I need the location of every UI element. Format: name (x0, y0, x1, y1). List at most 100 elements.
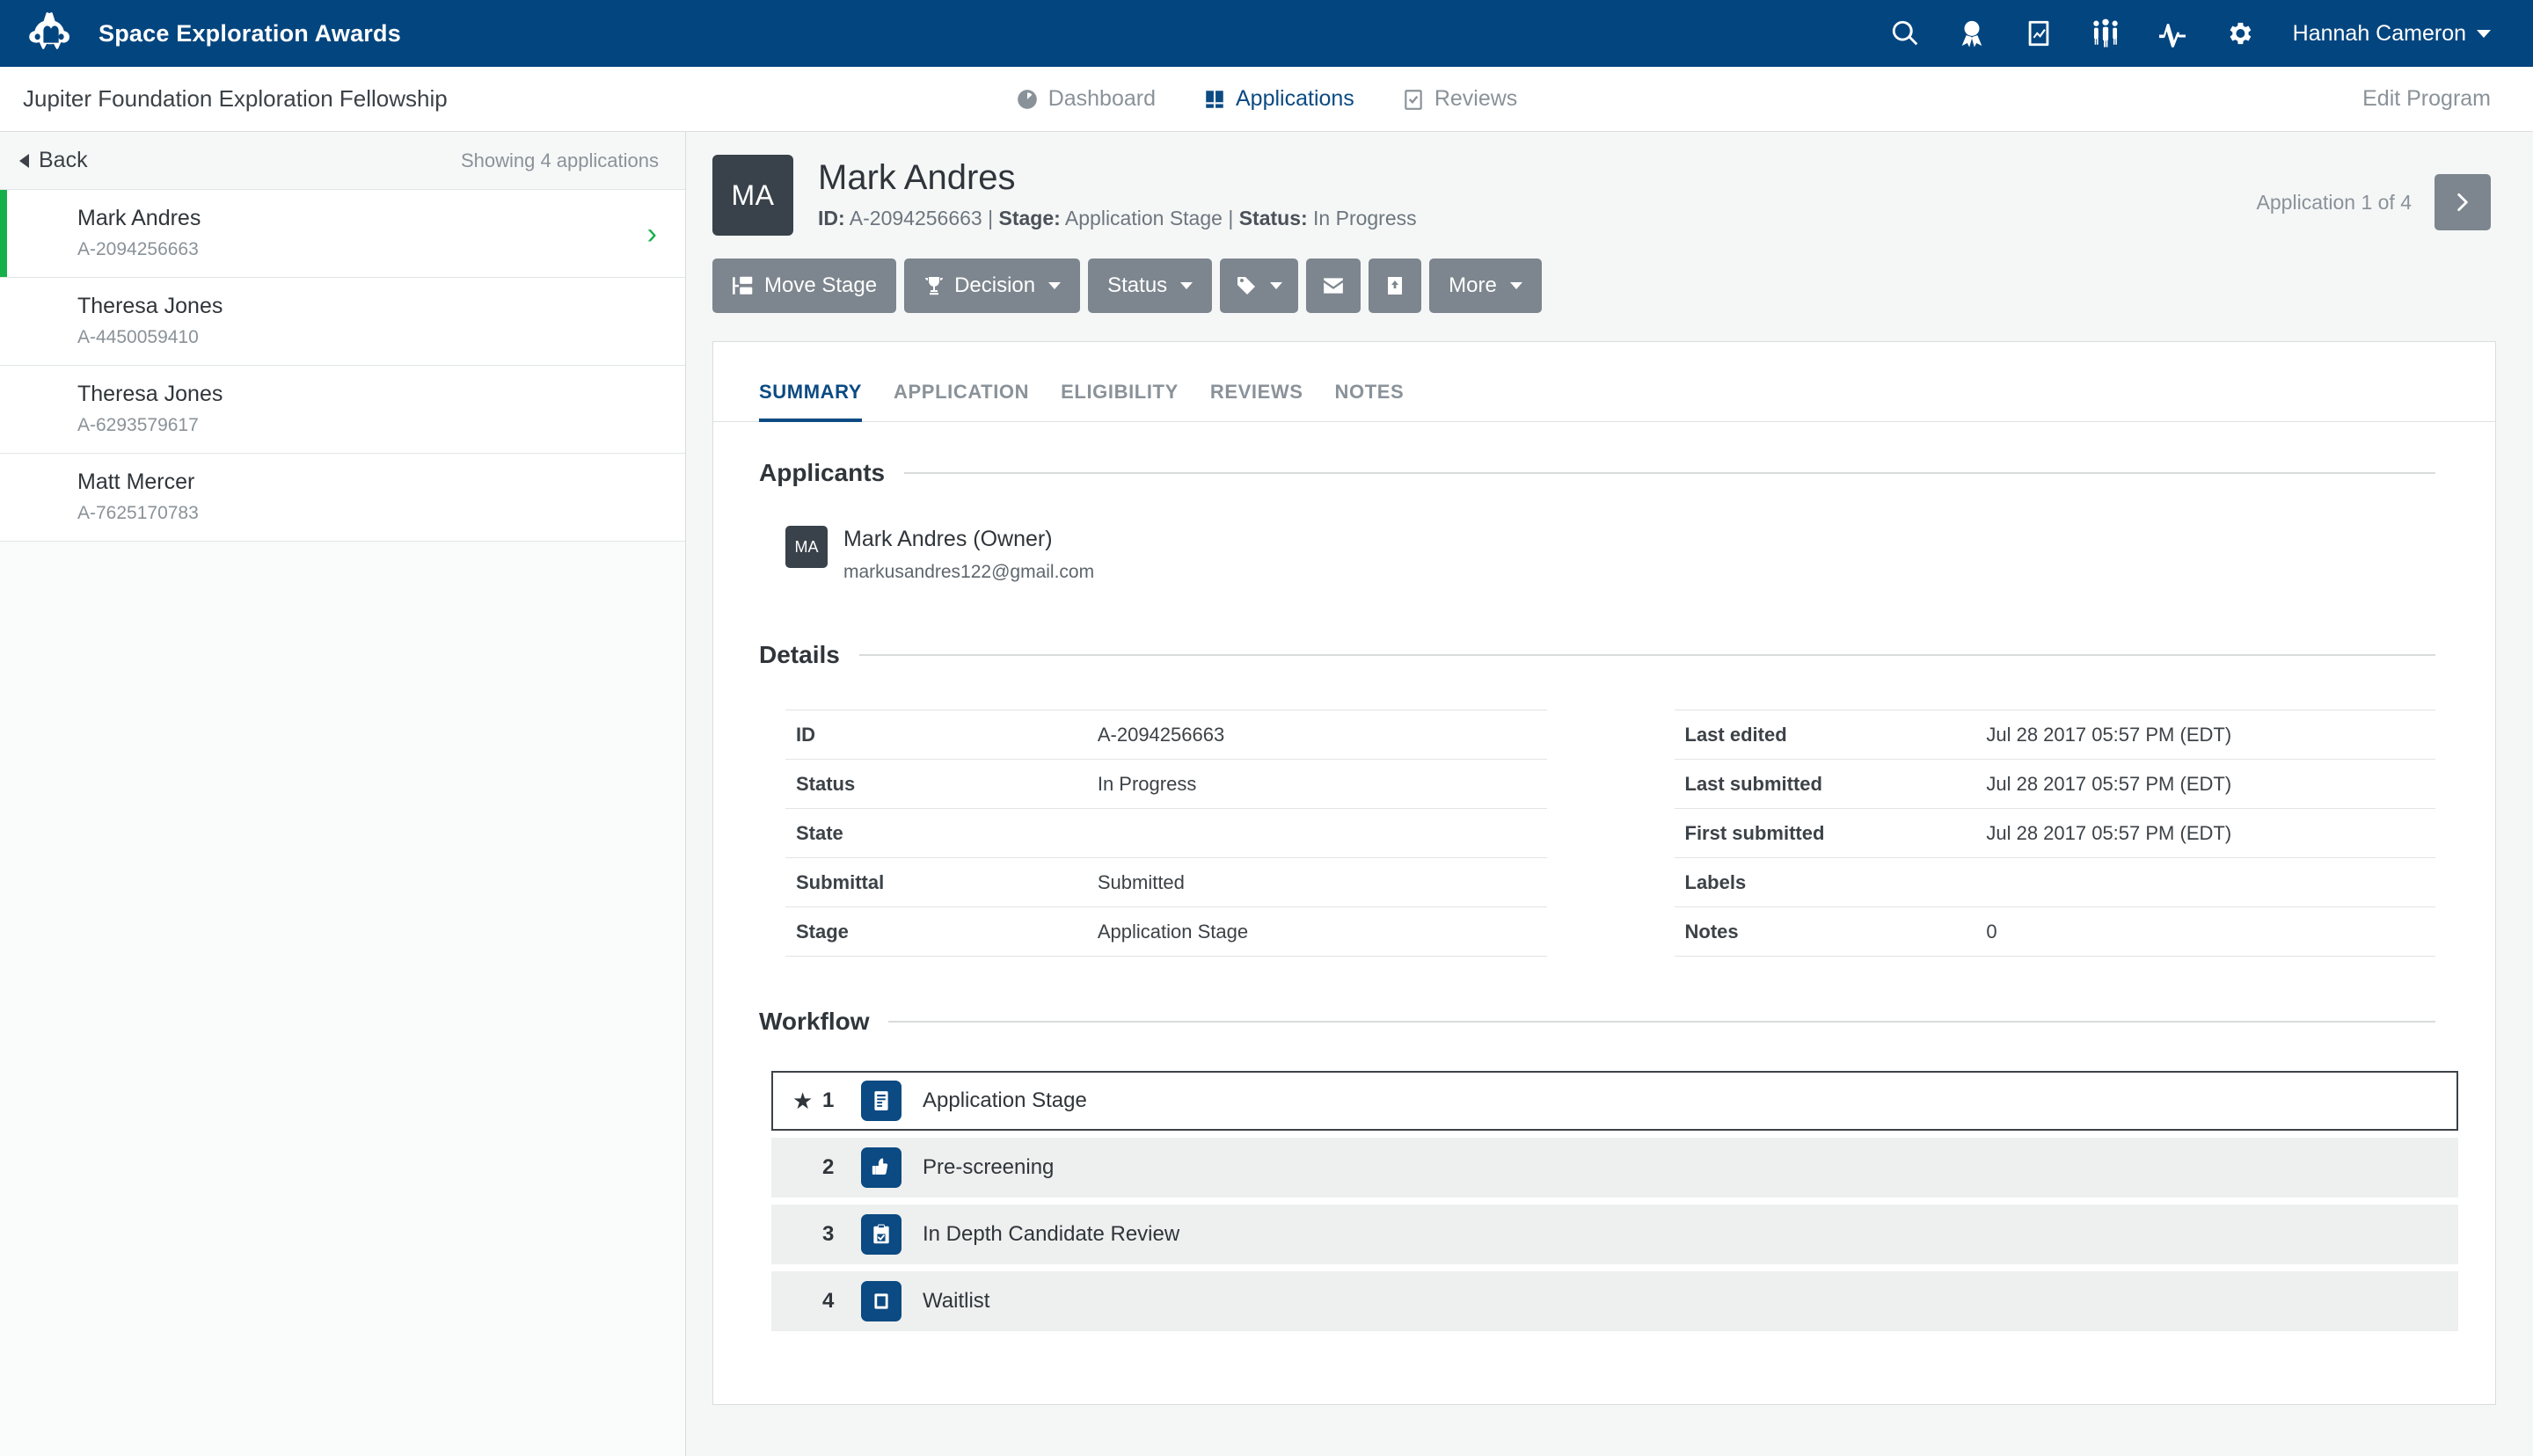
waitlist-icon (861, 1281, 902, 1322)
detail-value (1986, 857, 2435, 907)
detail-key: First submitted (1674, 808, 1987, 858)
workflow-stage-row[interactable]: 2 Pre-screening (771, 1138, 2458, 1198)
action-toolbar: Move Stage Decision Status More (686, 236, 2533, 313)
book-icon (1203, 88, 1226, 111)
application-list: Mark Andres A-2094256663 › Theresa Jones… (0, 190, 685, 1456)
applicant-name: Mark Andres (Owner) (843, 527, 1053, 551)
detail-key: Stage (785, 906, 1098, 957)
chevron-left-icon (19, 153, 29, 168)
avatar: MA (785, 526, 828, 568)
table-row: Notes 0 (1674, 906, 2435, 957)
email-button[interactable] (1306, 258, 1361, 313)
list-item-id: A-4450059410 (77, 326, 199, 347)
list-item[interactable]: Matt Mercer A-7625170783 (0, 454, 685, 542)
avatar: MA (712, 155, 793, 236)
workflow-stage-number: 3 (822, 1222, 835, 1247)
application-header-text: Mark Andres ID: A-2094256663 | Stage: Ap… (818, 155, 1417, 230)
detail-key: State (785, 808, 1098, 858)
download-icon (1384, 275, 1405, 296)
decision-button[interactable]: Decision (904, 258, 1081, 313)
detail-key: Last edited (1674, 710, 1987, 760)
download-button[interactable] (1369, 258, 1422, 313)
applicant-email[interactable]: markusandres122@gmail.com (843, 562, 1094, 583)
subnav-item-reviews[interactable]: Reviews (1402, 86, 1517, 112)
subnav-item-applications[interactable]: Applications (1203, 86, 1354, 112)
subnav-item-dashboard[interactable]: Dashboard (1016, 86, 1156, 112)
chevron-down-icon (1270, 282, 1283, 289)
gear-icon[interactable] (2221, 15, 2258, 52)
applicants-title: Applicants (759, 459, 886, 486)
tab-application[interactable]: APPLICATION (894, 381, 1029, 422)
list-item[interactable]: Theresa Jones A-4450059410 (0, 278, 685, 366)
tab-reviews[interactable]: REVIEWS (1210, 381, 1303, 422)
app-logo-icon (25, 11, 79, 55)
tag-button[interactable] (1220, 258, 1299, 313)
activity-icon[interactable] (2154, 15, 2191, 52)
report-icon[interactable] (2020, 15, 2057, 52)
details-title: Details (759, 641, 840, 669)
table-row: Last edited Jul 28 2017 05:57 PM (EDT) (1674, 710, 2435, 760)
table-row: Status In Progress (785, 759, 1547, 809)
next-application-button[interactable] (2434, 174, 2491, 230)
workflow-stage-label: Pre-screening (923, 1155, 1055, 1180)
workflow-stage-row[interactable]: 4 Waitlist (771, 1271, 2458, 1332)
list-item-name: Mark Andres (77, 205, 201, 230)
meta-sep-2: | (1228, 207, 1234, 229)
status-button[interactable]: Status (1088, 258, 1213, 313)
top-navigation-bar: Space Exploration Awards Hannah Cameron (0, 0, 2533, 67)
table-row: Stage Application Stage (785, 906, 1547, 957)
applicant-entry: MA Mark Andres (Owner) markusandres122@g… (713, 487, 2495, 583)
back-button[interactable]: Back (19, 148, 88, 173)
list-item-id: A-6293579617 (77, 414, 199, 435)
topnav-icon-group (1887, 15, 2258, 52)
decision-label: Decision (954, 273, 1036, 297)
clipboard-check-icon (1402, 88, 1425, 111)
move-stage-button[interactable]: Move Stage (712, 258, 897, 313)
list-item[interactable]: Theresa Jones A-6293579617 (0, 366, 685, 454)
workflow-stage-list: ★ 1 Application Stage 2 Pre-screening 3 … (713, 1036, 2495, 1332)
detail-key: Submittal (785, 857, 1098, 907)
edit-program-link[interactable]: Edit Program (2362, 86, 2491, 112)
search-icon[interactable] (1887, 15, 1923, 52)
move-stage-label: Move Stage (764, 273, 878, 297)
application-pager: Application 1 of 4 (2257, 155, 2491, 230)
table-row: First submitted Jul 28 2017 05:57 PM (ED… (1674, 808, 2435, 858)
table-row: Submittal Submitted (785, 857, 1547, 907)
workflow-stage-number: 2 (822, 1155, 835, 1180)
tab-eligibility[interactable]: ELIGIBILITY (1061, 381, 1179, 422)
workflow-stage-row[interactable]: 3 In Depth Candidate Review (771, 1205, 2458, 1265)
tab-summary[interactable]: SUMMARY (759, 381, 863, 422)
status-label: Status (1107, 273, 1168, 297)
list-item[interactable]: Mark Andres A-2094256663 › (0, 190, 685, 278)
program-title: Jupiter Foundation Exploration Fellowshi… (23, 85, 448, 112)
details-grid: ID A-2094256663 Status In Progress State… (713, 669, 2495, 957)
detail-key: Labels (1674, 857, 1987, 907)
workflow-stage-label: Application Stage (923, 1088, 1087, 1113)
brand[interactable]: Space Exploration Awards (25, 11, 401, 55)
tab-notes[interactable]: NOTES (1335, 381, 1405, 422)
page-body: Back Showing 4 applications Mark Andres … (0, 132, 2533, 1456)
user-name: Hannah Cameron (2292, 20, 2466, 46)
detail-key: Last submitted (1674, 759, 1987, 809)
chevron-down-icon (1509, 282, 1522, 289)
section-divider (904, 472, 2435, 474)
meta-id-value: A-2094256663 (849, 207, 982, 229)
user-menu[interactable]: Hannah Cameron (2293, 21, 2491, 47)
more-button[interactable]: More (1429, 258, 1542, 313)
workflow-section-header: Workflow (713, 1008, 2495, 1036)
page-title: Mark Andres (818, 158, 1016, 197)
award-icon[interactable] (1953, 15, 1990, 52)
trophy-icon (923, 275, 945, 296)
subnav-label-reviews: Reviews (1434, 86, 1518, 111)
list-item-text: Theresa Jones A-4450059410 (77, 292, 657, 351)
thumbs-up-icon (861, 1147, 902, 1189)
program-sub-navigation: Jupiter Foundation Exploration Fellowshi… (0, 67, 2533, 132)
people-icon[interactable] (2087, 15, 2124, 52)
envelope-icon (1322, 275, 1345, 296)
workflow-stage-row[interactable]: ★ 1 Application Stage (771, 1071, 2458, 1132)
detail-key: Notes (1674, 906, 1987, 957)
detail-value: Jul 28 2017 05:57 PM (EDT) (1986, 710, 2435, 760)
document-icon (861, 1081, 902, 1122)
main-panel: MA Mark Andres ID: A-2094256663 | Stage:… (686, 132, 2533, 1456)
workflow-stage-label: In Depth Candidate Review (923, 1222, 1180, 1247)
